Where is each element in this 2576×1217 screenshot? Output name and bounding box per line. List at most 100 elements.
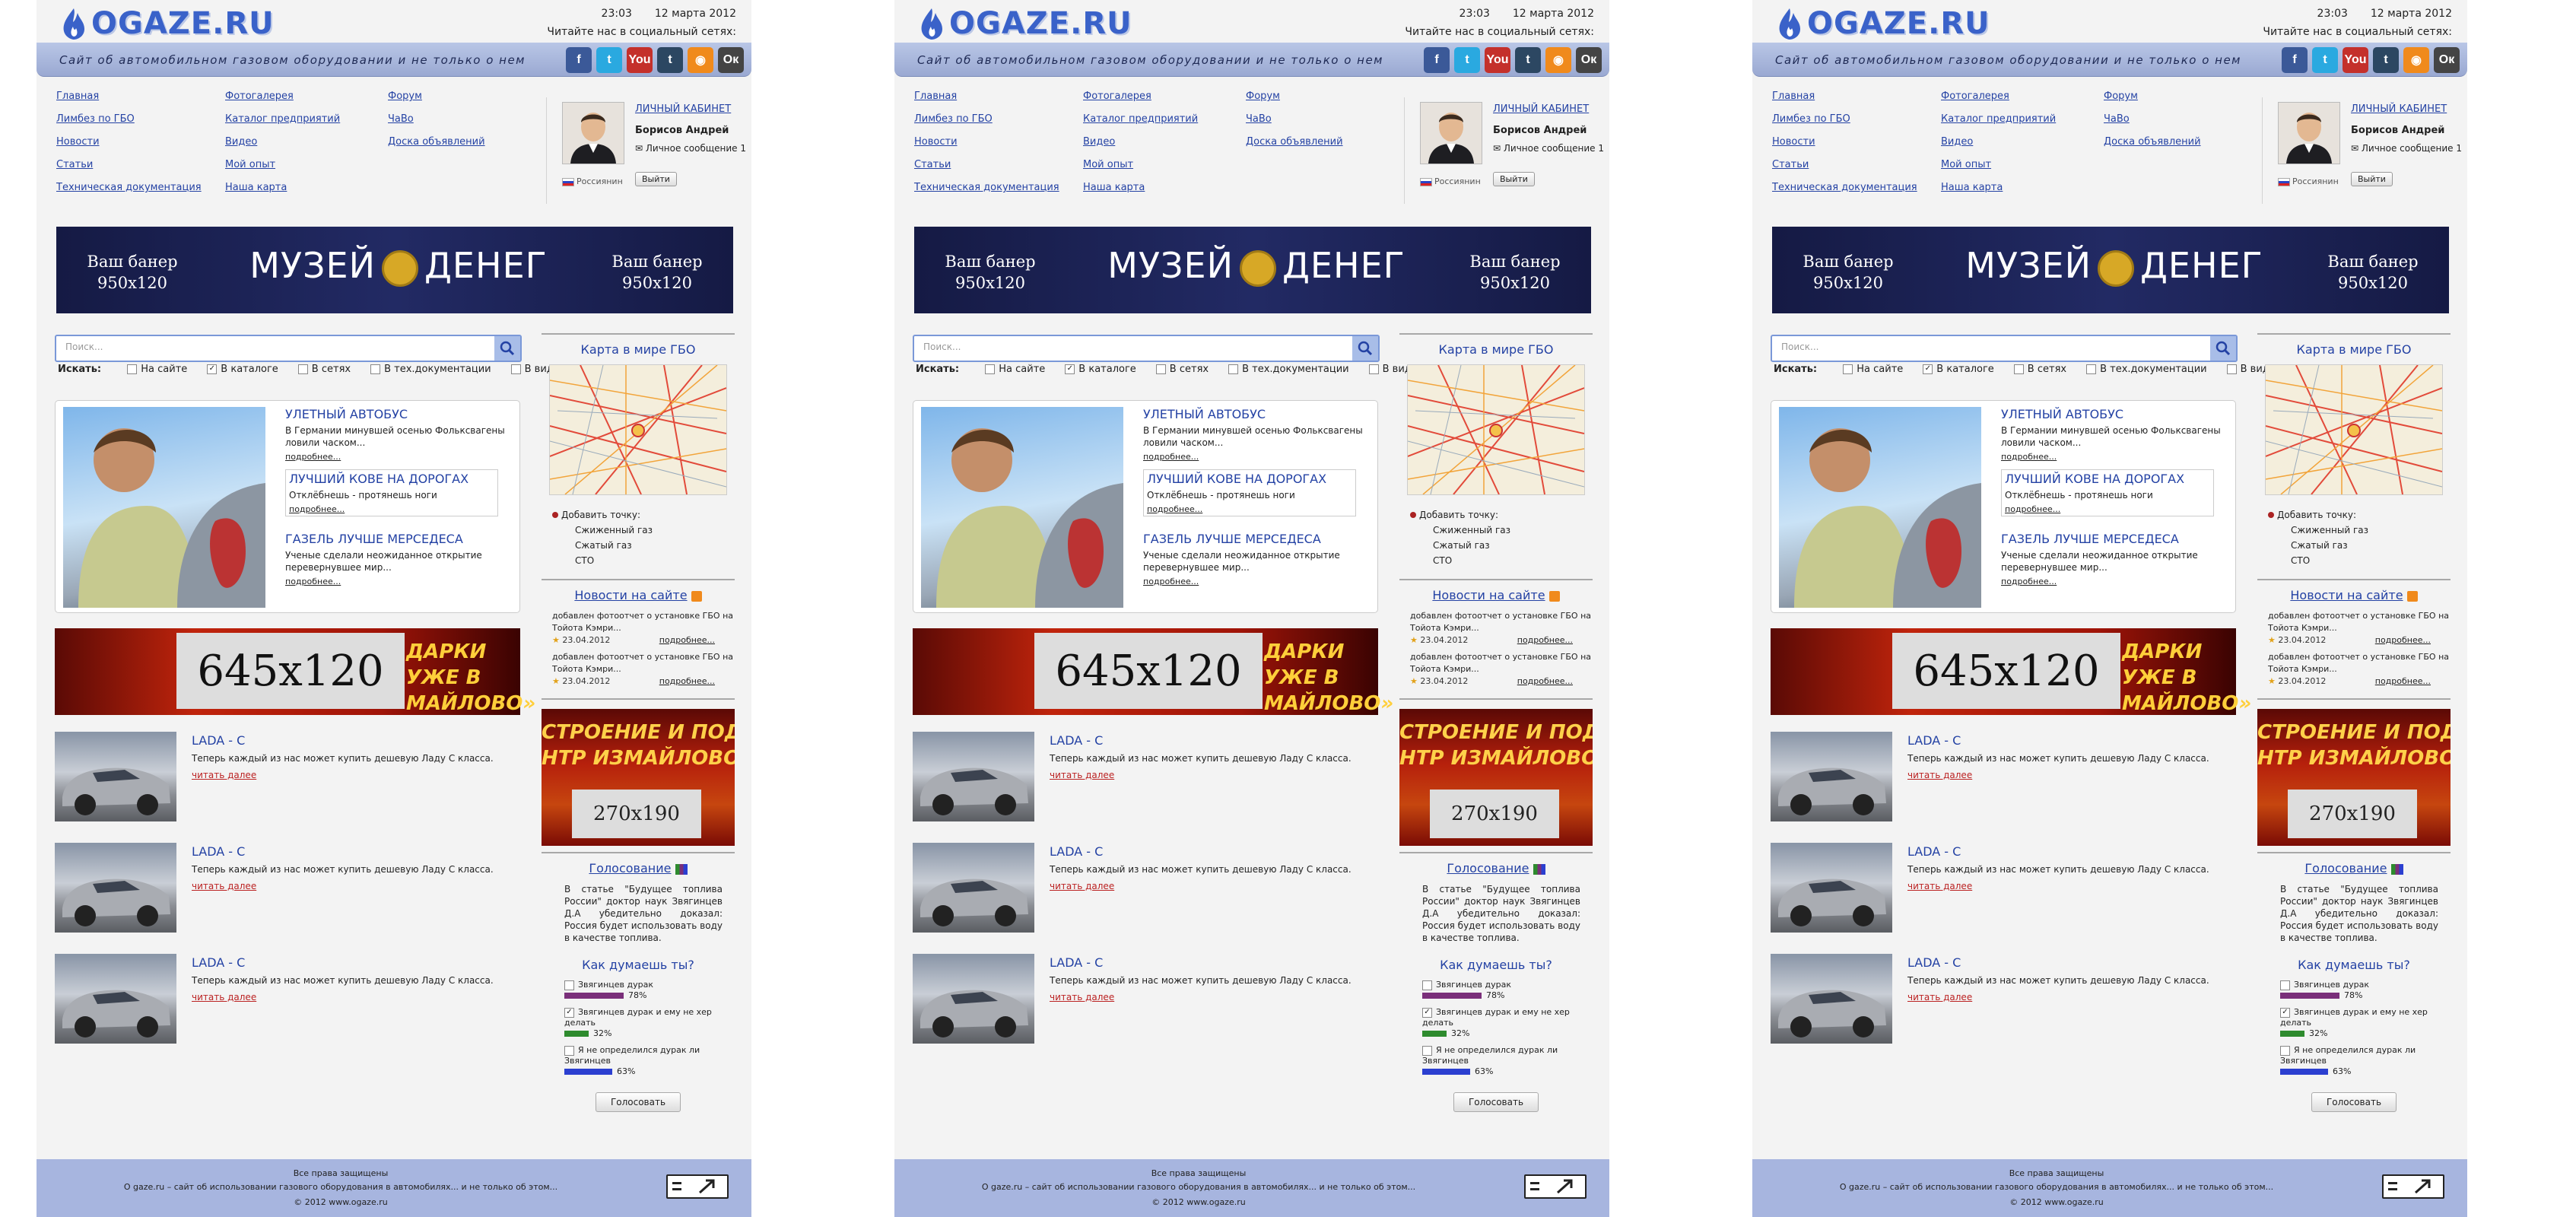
point-type-2[interactable]: Сжатый газ <box>2268 538 2451 553</box>
car-thumbnail[interactable] <box>55 843 176 933</box>
more-link[interactable]: подробнее... <box>2005 504 2210 514</box>
ad-645x120[interactable]: 645x120 ДАРКИ УЖЕ В МАЙЛОВО» <box>1771 628 2251 715</box>
car-thumbnail[interactable] <box>1771 954 1892 1044</box>
checkbox[interactable]: ✓ <box>1065 364 1075 374</box>
read-more-link[interactable]: читать далее <box>1907 770 1972 780</box>
filter-option[interactable]: В тех.документации <box>1228 364 1349 375</box>
poll-option[interactable]: Я не определился дурак ли Звягинцев 63% <box>2257 1045 2451 1077</box>
featured-photo[interactable] <box>1779 407 1981 608</box>
nav-link[interactable]: Видео <box>1941 135 2056 158</box>
checkbox[interactable] <box>2280 1045 2290 1056</box>
featured-title[interactable]: ГАЗЕЛЬ ЛУЧШЕ МЕРСЕДЕСА <box>285 532 506 546</box>
map-title[interactable]: Карта в мире ГБО <box>542 342 735 357</box>
tumblr-icon[interactable]: t <box>1515 47 1541 73</box>
site-news-more[interactable]: подробнее... <box>2375 634 2431 647</box>
poll-option[interactable]: Я не определился дурак ли Звягинцев 63% <box>542 1045 735 1077</box>
map-title[interactable]: Карта в мире ГБО <box>2257 342 2451 357</box>
featured-photo[interactable] <box>63 407 265 608</box>
checkbox[interactable] <box>1422 980 1432 990</box>
filter-option[interactable]: В сетях <box>2013 364 2066 375</box>
point-type-3[interactable]: СТО <box>2268 553 2451 568</box>
read-more-link[interactable]: читать далее <box>192 881 256 891</box>
add-point-title[interactable]: Добавить точку: <box>2268 507 2451 523</box>
nav-link[interactable]: Форум <box>2104 90 2201 113</box>
ad-270x190[interactable]: СТРОЕНИЕ И ПОДАРКИ УЖЕ ВНТР ИЗМАЙЛОВО» 2… <box>2257 709 2451 846</box>
nav-link[interactable]: Мой опыт <box>225 158 340 181</box>
point-type-1[interactable]: Сжиженный газ <box>2268 523 2451 538</box>
gbo-map[interactable] <box>549 364 727 495</box>
search-input[interactable]: Поиск... <box>923 342 961 352</box>
news-title[interactable]: LADA - C <box>1050 733 1103 748</box>
gbo-map[interactable] <box>2265 364 2443 495</box>
nav-link[interactable]: ЧаВо <box>2104 113 2201 135</box>
site-news-title[interactable]: Новости на сайте <box>1399 588 1593 602</box>
filter-option[interactable]: В сетях <box>1155 364 1209 375</box>
nav-link[interactable]: Форум <box>388 90 485 113</box>
news-title[interactable]: LADA - C <box>1050 844 1103 859</box>
facebook-icon[interactable]: f <box>566 47 592 73</box>
site-news-more[interactable]: подробнее... <box>659 634 715 647</box>
filter-option[interactable]: ✓ В каталоге <box>1923 364 1994 375</box>
nav-link[interactable]: Главная <box>56 90 202 113</box>
nav-link[interactable]: Мой опыт <box>1941 158 2056 181</box>
youtube-icon[interactable]: You <box>1485 47 1510 73</box>
poll-option[interactable]: Звягинцев дурак 78% <box>1399 980 1593 1001</box>
checkbox[interactable] <box>2280 980 2290 990</box>
car-thumbnail[interactable] <box>913 843 1034 933</box>
avatar[interactable] <box>562 102 624 164</box>
read-more-link[interactable]: читать далее <box>192 992 256 1003</box>
twitter-icon[interactable]: t <box>596 47 622 73</box>
top-banner[interactable]: Ваш банер 950x120 МУЗЕЙ ДЕНЕГ Ваш банер 950… <box>914 227 1591 313</box>
nav-link[interactable]: Техническая документация <box>56 181 202 204</box>
nav-link[interactable]: Техническая документация <box>1772 181 1917 204</box>
twitter-icon[interactable]: t <box>2312 47 2338 73</box>
site-news-more[interactable]: подробнее... <box>659 675 715 688</box>
youtube-icon[interactable]: You <box>627 47 653 73</box>
site-news-more[interactable]: подробнее... <box>1517 634 1573 647</box>
nav-link[interactable]: Статьи <box>56 158 202 181</box>
vote-button[interactable]: Голосовать <box>596 1092 681 1112</box>
checkbox[interactable]: ✓ <box>207 364 218 374</box>
checkbox[interactable]: ✓ <box>1923 364 1933 374</box>
checkbox[interactable] <box>1843 364 1853 374</box>
rss-icon[interactable]: ◉ <box>2403 47 2429 73</box>
checkbox[interactable]: ✓ <box>2280 1007 2290 1018</box>
nav-link[interactable]: Каталог предприятий <box>1083 113 1198 135</box>
checkbox[interactable] <box>2226 364 2237 374</box>
read-more-link[interactable]: читать далее <box>1050 881 1114 891</box>
poll-option[interactable]: Звягинцев дурак 78% <box>2257 980 2451 1001</box>
facebook-icon[interactable]: f <box>1424 47 1450 73</box>
messages-link[interactable]: ✉ Личное сообщение 1 <box>635 143 746 154</box>
poll-title[interactable]: Голосование <box>1399 861 1593 875</box>
car-thumbnail[interactable] <box>1771 732 1892 821</box>
point-type-2[interactable]: Сжатый газ <box>552 538 735 553</box>
scroll-top-button[interactable] <box>666 1174 729 1199</box>
filter-option[interactable]: На сайте <box>985 364 1045 375</box>
top-banner[interactable]: Ваш банер 950x120 МУЗЕЙ ДЕНЕГ Ваш банер 950… <box>56 227 733 313</box>
nav-link[interactable]: Лимбез по ГБО <box>56 113 202 135</box>
poll-option[interactable]: Звягинцев дурак 78% <box>542 980 735 1001</box>
more-link[interactable]: подробнее... <box>1143 452 1364 462</box>
car-thumbnail[interactable] <box>1771 843 1892 933</box>
site-logo[interactable]: OGAZE.RU <box>59 5 275 43</box>
odnoklassniki-icon[interactable]: Ок <box>2434 47 2460 73</box>
poll-option[interactable]: ✓ Звягинцев дурак и ему не хер делать 32% <box>1399 1007 1593 1039</box>
search-button[interactable] <box>1352 336 1378 361</box>
nav-link[interactable]: Лимбез по ГБО <box>914 113 1059 135</box>
checkbox[interactable] <box>370 364 381 374</box>
poll-title[interactable]: Голосование <box>542 861 735 875</box>
nav-link[interactable]: Статьи <box>1772 158 1917 181</box>
site-news-text[interactable]: добавлен фотоотчет о установке ГБО на То… <box>1410 610 1593 634</box>
search-button[interactable] <box>494 336 520 361</box>
news-title[interactable]: LADA - C <box>1907 733 1961 748</box>
ad-645x120[interactable]: 645x120 ДАРКИ УЖЕ В МАЙЛОВО» <box>913 628 1393 715</box>
add-point-title[interactable]: Добавить точку: <box>1410 507 1593 523</box>
nav-link[interactable]: Видео <box>1083 135 1198 158</box>
facebook-icon[interactable]: f <box>2282 47 2308 73</box>
more-link[interactable]: подробнее... <box>1143 577 1364 586</box>
news-title[interactable]: LADA - C <box>1907 844 1961 859</box>
avatar[interactable] <box>2278 102 2340 164</box>
ad-270x190[interactable]: СТРОЕНИЕ И ПОДАРКИ УЖЕ ВНТР ИЗМАЙЛОВО» 2… <box>1399 709 1593 846</box>
read-more-link[interactable]: читать далее <box>1907 992 1972 1003</box>
filter-option[interactable]: В тех.документации <box>2086 364 2207 375</box>
